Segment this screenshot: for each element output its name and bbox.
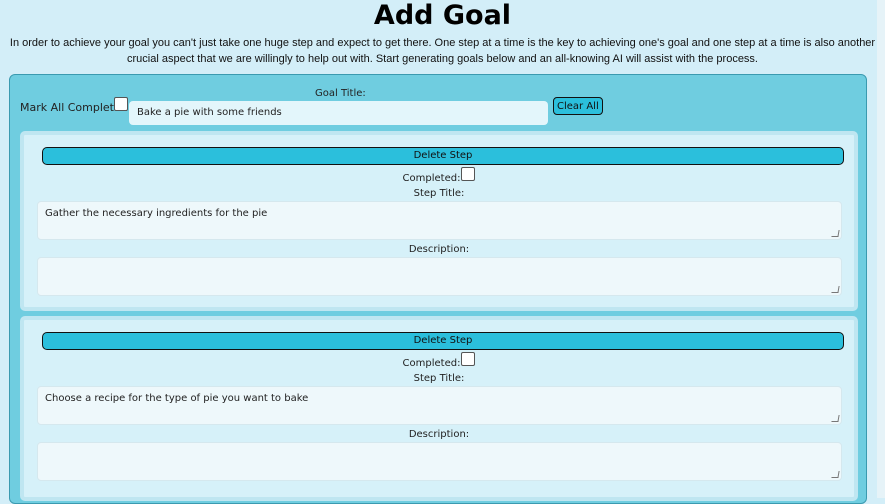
intro-text: In order to achieve your goal you can't … — [9, 37, 876, 65]
step-title-value: Choose a recipe for the type of pie you … — [45, 393, 309, 404]
resize-handle-icon[interactable] — [831, 230, 840, 237]
delete-step-button[interactable]: Delete Step — [42, 147, 844, 165]
resize-handle-icon[interactable] — [831, 415, 840, 422]
step-completed-checkbox[interactable] — [461, 352, 476, 366]
resize-handle-icon[interactable] — [831, 471, 840, 478]
step-completed-label: Completed: — [402, 358, 461, 369]
goal-title-input[interactable]: Bake a pie with some friends — [129, 101, 548, 125]
resize-handle-icon[interactable] — [831, 286, 840, 293]
step-card: Delete Step Completed: Step Title: Gathe… — [20, 131, 858, 311]
step-completed-row: Completed: — [24, 167, 854, 184]
step-description-label: Description: — [408, 244, 470, 255]
delete-step-button[interactable]: Delete Step — [42, 332, 844, 350]
page-title: Add Goal — [373, 0, 512, 31]
step-title-label: Step Title: — [413, 188, 465, 199]
step-title-label: Step Title: — [413, 373, 465, 384]
step-title-textarea[interactable]: Choose a recipe for the type of pie you … — [37, 386, 842, 425]
step-description-label: Description: — [408, 429, 470, 440]
step-title-value: Gather the necessary ingredients for the… — [45, 208, 268, 219]
goal-title-value: Bake a pie with some friends — [137, 107, 282, 118]
mark-all-checkbox[interactable] — [114, 97, 128, 111]
step-title-textarea[interactable]: Gather the necessary ingredients for the… — [37, 201, 842, 240]
step-completed-checkbox[interactable] — [461, 167, 476, 181]
step-description-textarea[interactable] — [37, 442, 842, 481]
step-card: Delete Step Completed: Step Title: Choos… — [20, 316, 858, 501]
goal-header: Mark All Completed: Goal Title: Bake a p… — [10, 75, 866, 133]
page-scrollbar[interactable] — [877, 0, 885, 498]
step-description-textarea[interactable] — [37, 257, 842, 296]
step-completed-row: Completed: — [24, 352, 854, 369]
step-completed-label: Completed: — [402, 173, 461, 184]
goal-panel: Mark All Completed: Goal Title: Bake a p… — [9, 74, 867, 504]
clear-all-button[interactable]: Clear All — [553, 97, 603, 115]
goal-title-label: Goal Title: — [315, 88, 366, 99]
